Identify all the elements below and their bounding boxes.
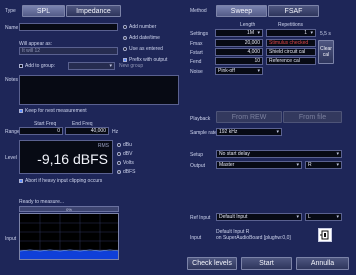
add-to-group-option[interactable]: Add to group: (19, 63, 55, 69)
from-file-button[interactable]: From file (283, 111, 342, 123)
length-select[interactable]: 1M (215, 29, 263, 37)
noise-select[interactable]: Pink-off (215, 67, 263, 75)
length-label: Length (240, 22, 256, 28)
ref-channel-select[interactable]: L (305, 213, 342, 221)
progress-bar: 0% (19, 206, 119, 212)
notes-label: Notes (5, 77, 19, 83)
unit-option-dbfs[interactable]: dBFS (117, 169, 136, 175)
shield-cal-field[interactable]: Shield circuit cal (266, 48, 316, 56)
settings-label: Settings (190, 31, 209, 37)
unit-option-dbv[interactable]: dBV (117, 151, 136, 157)
fmax-label: Fmax (190, 41, 203, 47)
range-label: Range (5, 129, 20, 135)
sample-rate-select[interactable]: 192 kHz (216, 128, 282, 136)
progress-percent: 0% (66, 206, 72, 212)
end-freq-input[interactable]: 40,000 (65, 127, 109, 135)
fmax-input[interactable]: 20,000 (215, 39, 263, 47)
spectrum-fill (20, 251, 118, 259)
type-label: Type (5, 8, 16, 14)
use-as-entered-label: Use as entered (129, 46, 163, 52)
name-options: Add number Add date/time Use as entered … (123, 24, 167, 63)
output-device-select[interactable]: Master (216, 161, 302, 169)
prefix-with-output-checkbox[interactable] (123, 58, 127, 62)
unit-dbfs-radio[interactable] (117, 170, 121, 174)
input-label: Input (190, 235, 202, 241)
setup-label: Setup (190, 152, 204, 158)
duration-label: 5,5 s (320, 31, 331, 37)
notes-textarea[interactable] (19, 75, 179, 105)
rms-label: RMS (97, 143, 109, 149)
unit-option-volts[interactable]: Volts (117, 160, 136, 166)
check-levels-button[interactable]: Check levels (187, 257, 237, 270)
fend-input[interactable]: 10 (215, 57, 263, 65)
unit-dbfs-label: dBFS (123, 169, 136, 175)
add-number-label: Add number (129, 24, 157, 30)
level-display: RMS -9,16 dBFS (19, 140, 113, 174)
output-label: Output (190, 163, 206, 169)
abort-clipping-checkbox[interactable] (19, 179, 23, 183)
add-date-time-label: Add date/time (129, 35, 160, 41)
add-number-option[interactable]: Add number (123, 24, 167, 30)
fsaf-button[interactable]: FSAF (268, 5, 319, 17)
name-input[interactable] (19, 23, 118, 31)
unit-volts-radio[interactable] (117, 161, 121, 165)
group-select[interactable] (68, 62, 115, 70)
stimulus-status: Stimulus checked (266, 39, 316, 47)
unit-dbv-label: dBV (123, 151, 133, 157)
ref-input-label: Ref Input (190, 215, 211, 221)
input-meter-label: Input (5, 236, 17, 242)
unit-dbu-radio[interactable] (117, 143, 121, 147)
spectrum-plot (20, 214, 118, 259)
abort-clipping-label: Abort if heavy input clipping occurs (25, 178, 103, 184)
keep-notes-checkbox[interactable] (19, 109, 23, 113)
name-label: Name (5, 25, 19, 31)
unit-volts-label: Volts (123, 160, 134, 166)
start-button[interactable]: Start (241, 257, 292, 270)
sweep-button[interactable]: Sweep (216, 5, 267, 17)
keep-notes-option[interactable]: Keep for next measurement (19, 108, 87, 114)
output-channel-select[interactable]: R (305, 161, 342, 169)
unit-dbv-radio[interactable] (117, 152, 121, 156)
clear-cal-button[interactable]: Clear cal (318, 40, 334, 64)
impedance-button[interactable]: Impedance (66, 5, 121, 17)
fstart-input[interactable]: 4,000 (215, 48, 263, 56)
level-label: Level (5, 155, 17, 161)
new-group-link[interactable]: New group (119, 63, 143, 69)
unit-dbu-label: dBu (123, 142, 132, 148)
repetitions-select[interactable]: 1 (266, 29, 316, 37)
cancel-button[interactable]: Annulla (296, 257, 349, 270)
add-date-time-option[interactable]: Add date/time (123, 35, 167, 41)
sample-rate-label: Sample rate (190, 130, 217, 136)
repetitions-label: Repetitions (278, 22, 304, 28)
level-value: -9,16 dBFS (37, 151, 108, 167)
level-unit-group: dBu dBV Volts dBFS (117, 142, 136, 175)
playback-label: Playback (190, 116, 211, 122)
keep-notes-label: Keep for next measurement (25, 108, 87, 114)
fend-label: Fend (190, 59, 202, 65)
from-rew-button[interactable]: From REW (216, 111, 282, 123)
connector-icon (320, 230, 329, 240)
add-date-time-radio[interactable] (123, 36, 127, 40)
input-device-line2: on SuperAudioBoard [plughw:0,0] (216, 235, 291, 241)
ready-label: Ready to measure... (19, 199, 65, 205)
input-settings-button[interactable] (318, 228, 332, 242)
add-to-group-label: Add to group: (25, 63, 56, 69)
add-to-group-checkbox[interactable] (19, 64, 23, 68)
abort-clipping-option[interactable]: Abort if heavy input clipping occurs (19, 178, 102, 184)
start-freq-input[interactable]: 0 (19, 127, 63, 135)
use-as-entered-option[interactable]: Use as entered (123, 46, 167, 52)
add-number-radio[interactable] (123, 25, 127, 29)
will-appear-as-field: It will 12 (19, 47, 118, 55)
use-as-entered-radio[interactable] (123, 47, 127, 51)
method-label: Method (190, 8, 207, 14)
fstart-label: Fstart (190, 50, 203, 56)
ref-input-select[interactable]: Default Input (216, 213, 302, 221)
reference-cal-field[interactable]: Reference cal (266, 57, 316, 65)
setup-select[interactable]: No start delay (216, 150, 342, 158)
spl-button[interactable]: SPL (22, 5, 65, 17)
range-unit-label: Hz (112, 129, 119, 135)
unit-option-dbu[interactable]: dBu (117, 142, 136, 148)
input-spectrum (19, 213, 119, 260)
noise-label: Noise (190, 69, 203, 75)
